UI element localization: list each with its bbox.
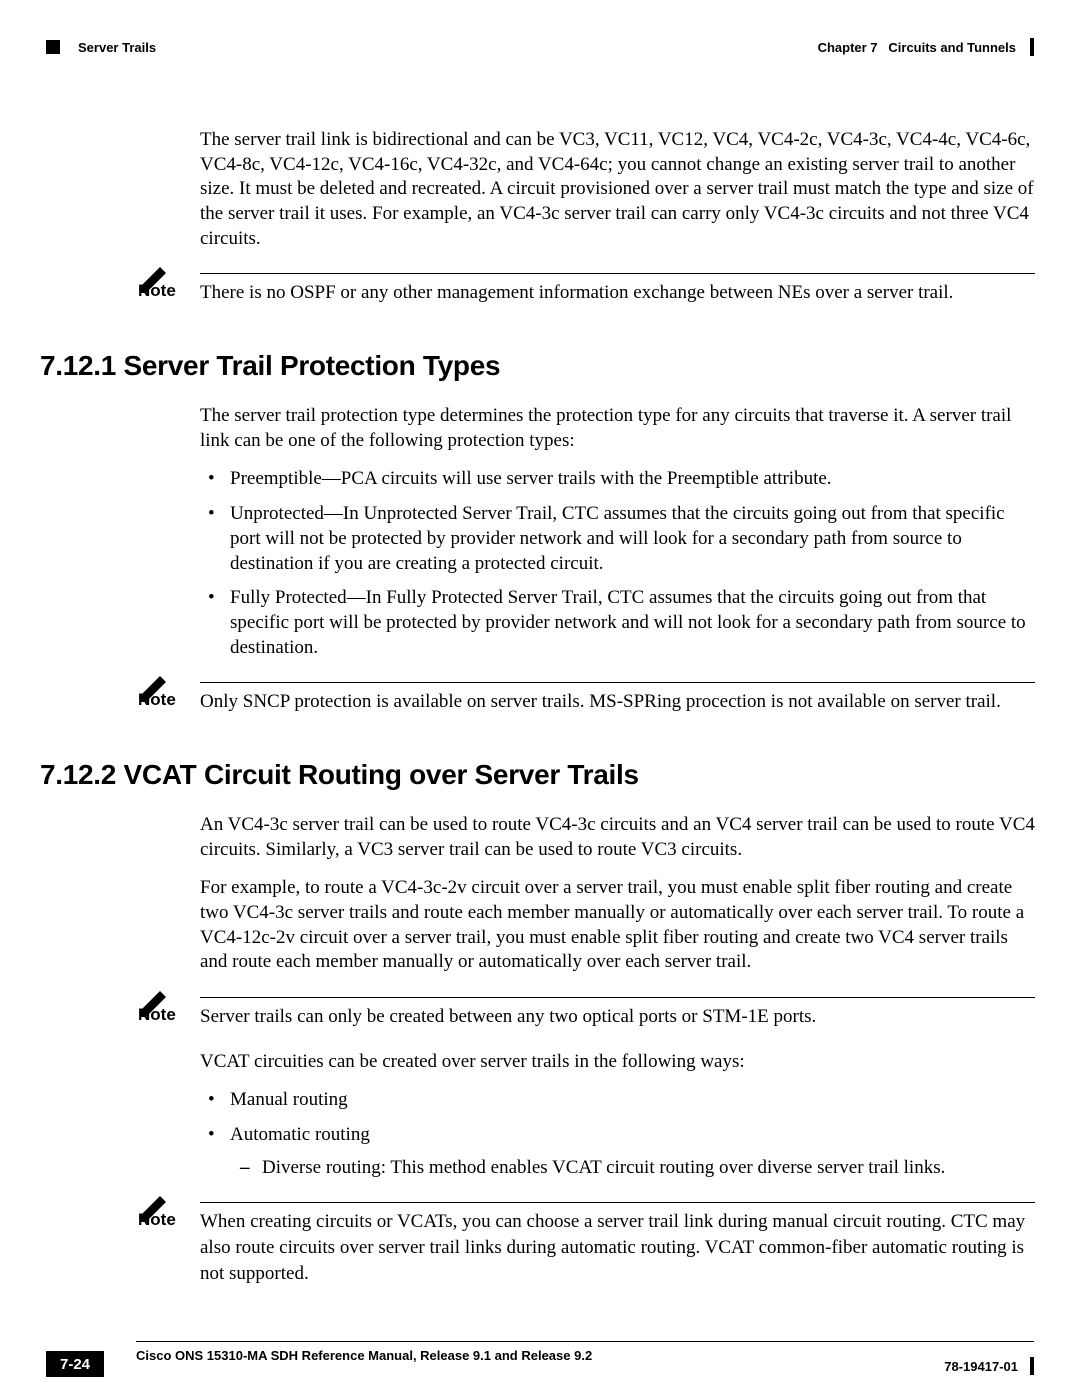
bullet-item: Unprotected—In Unprotected Server Trail,…: [200, 502, 1035, 576]
section2-para3: VCAT circuities can be created over serv…: [200, 1050, 1035, 1075]
section2-bullets: Manual routing Automatic routing Diverse…: [200, 1088, 1035, 1180]
note-text: Server trails can only be created betwee…: [200, 1004, 1035, 1030]
bullet-item: Manual routing: [200, 1088, 1035, 1113]
note-text: There is no OSPF or any other management…: [200, 280, 1035, 306]
bullet-item: Fully Protected—In Fully Protected Serve…: [200, 586, 1035, 660]
footer-manual-title: Cisco ONS 15310-MA SDH Reference Manual,…: [136, 1348, 592, 1363]
sub-bullet-item: Diverse routing: This method enables VCA…: [230, 1156, 1035, 1181]
section2-para2: For example, to route a VC4-3c-2v circui…: [200, 876, 1035, 975]
note-row: Note When creating circuits or VCATs, yo…: [200, 1209, 1035, 1286]
section-heading-2: 7.12.2 VCAT Circuit Routing over Server …: [40, 759, 1035, 791]
note-rule: [200, 273, 1035, 274]
intro-paragraph: The server trail link is bidirectional a…: [200, 128, 1035, 251]
section2-para1: An VC4-3c server trail can be used to ro…: [200, 813, 1035, 862]
note-text: Only SNCP protection is available on ser…: [200, 689, 1035, 715]
note-text: When creating circuits or VCATs, you can…: [200, 1209, 1035, 1286]
bullet-item: Preemptible—PCA circuits will use server…: [200, 467, 1035, 492]
sub-bullets: Diverse routing: This method enables VCA…: [230, 1156, 1035, 1181]
section1-intro: The server trail protection type determi…: [200, 404, 1035, 453]
note-block-1: Note There is no OSPF or any other manag…: [200, 273, 1035, 306]
page-content: The server trail link is bidirectional a…: [200, 128, 1035, 1300]
note-rule: [200, 682, 1035, 683]
header-right: Chapter 7 Circuits and Tunnels: [818, 38, 1034, 56]
footer-docnum: 78-19417-01: [944, 1357, 1034, 1375]
pencil-icon: [138, 267, 168, 293]
footer-bar-icon: [1030, 1357, 1034, 1375]
note-rule: [200, 997, 1035, 998]
note-row: Note Server trails can only be created b…: [200, 1004, 1035, 1030]
pencil-icon: [138, 991, 168, 1017]
note-rule: [200, 1202, 1035, 1203]
note-row: Note There is no OSPF or any other manag…: [200, 280, 1035, 306]
pencil-icon: [138, 676, 168, 702]
page-number-box: 7-24: [46, 1351, 104, 1377]
section1-bullets: Preemptible—PCA circuits will use server…: [200, 467, 1035, 660]
page-footer: Cisco ONS 15310-MA SDH Reference Manual,…: [0, 1341, 1080, 1363]
header-left: Server Trails: [46, 40, 156, 55]
note-row: Note Only SNCP protection is available o…: [200, 689, 1035, 715]
bullet-item: Automatic routing Diverse routing: This …: [200, 1123, 1035, 1180]
doc-number: 78-19417-01: [944, 1359, 1018, 1374]
page-header: Server Trails Chapter 7 Circuits and Tun…: [0, 38, 1080, 56]
header-chapter: Chapter 7 Circuits and Tunnels: [818, 40, 1016, 55]
footer-row: Cisco ONS 15310-MA SDH Reference Manual,…: [46, 1348, 1034, 1363]
pencil-icon: [138, 1196, 168, 1222]
note-block-3: Note Server trails can only be created b…: [200, 997, 1035, 1030]
note-block-4: Note When creating circuits or VCATs, yo…: [200, 1202, 1035, 1286]
header-bar-icon: [1030, 38, 1034, 56]
header-square-icon: [46, 40, 60, 54]
footer-rule: [136, 1341, 1034, 1342]
note-block-2: Note Only SNCP protection is available o…: [200, 682, 1035, 715]
section-heading-1: 7.12.1 Server Trail Protection Types: [40, 350, 1035, 382]
header-section-label: Server Trails: [78, 40, 156, 55]
